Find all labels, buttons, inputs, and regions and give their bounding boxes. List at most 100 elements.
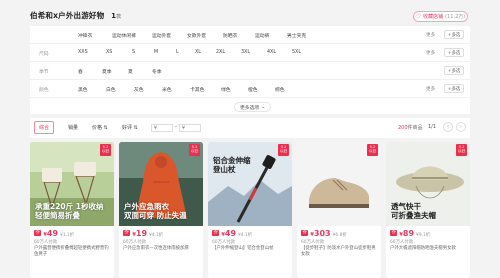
filter-option[interactable]: 运动裤: [255, 32, 269, 39]
filter-option[interactable]: L: [176, 50, 179, 55]
filter-more[interactable]: 更多: [426, 86, 435, 92]
filter-option[interactable]: XS: [106, 50, 112, 55]
promo-badge: 5.2 以旧: [189, 144, 200, 156]
page-title: 伯希和x户外出游好物 1款: [30, 10, 121, 21]
original-price: ¥1.1折: [60, 233, 75, 238]
filter-option[interactable]: 夏: [128, 68, 133, 75]
filter-option[interactable]: 2XL: [216, 50, 225, 55]
sort-sales-button[interactable]: 销量: [68, 124, 78, 131]
original-price: ¥6.8折: [332, 233, 347, 238]
filter-option[interactable]: 防晒衣: [223, 32, 237, 39]
product-card[interactable]: 5.2 以旧 户外应急雨衣 双面可穿 防止失温 券 ¥19 ¥4.1折 60万人付款…: [119, 142, 203, 278]
filter-option[interactable]: 运动外套: [152, 32, 171, 39]
coupon-tag: 券: [390, 230, 398, 236]
page-indicator: 1/1: [428, 124, 437, 130]
filter-multi-button[interactable]: +多选: [444, 84, 464, 93]
result-count-unit: 件商品: [407, 125, 423, 131]
product-title[interactable]: 【户外伸缩登山】铝合金登山杖: [212, 246, 288, 252]
filter-row-size: 尺码 XXS XS S M L XL 2XL 3XL 4XL 5XL 更多 +多…: [30, 44, 470, 62]
chevron-down-icon: ⌄: [261, 104, 266, 110]
product-title[interactable]: 户外露营便携折叠椅超轻便携式野营钓鱼凳子: [34, 246, 110, 258]
price-value: 19: [135, 229, 148, 238]
product-card[interactable]: 5.2 以旧 透气快干 可折叠渔夫帽 券 ¥89 ¥9.1折 60万人付款 户外大檐…: [386, 142, 470, 278]
sort-arrow-icon: ⇅: [103, 125, 108, 131]
filter-option[interactable]: 卡其色: [190, 86, 204, 93]
price-value: 49: [224, 229, 237, 238]
favorite-store-button[interactable]: ♡ 收藏店铺 (11.2万): [413, 11, 468, 22]
product-card[interactable]: 5.2 以旧 铝合金伸缩 登山杖 券 ¥49 ¥4.1折 60万人付款 【户外伸缩登…: [208, 142, 292, 278]
page-title-text: 伯希和x户外出游好物: [30, 11, 105, 20]
filter-option[interactable]: XL: [195, 50, 201, 55]
product-image[interactable]: 5.2 以旧: [297, 142, 381, 226]
product-price: ¥49: [221, 229, 236, 238]
product-image[interactable]: 5.2 以旧 户外应急雨衣 双面可穿 防止失温: [119, 142, 203, 226]
filter-option[interactable]: 冲锋衣: [78, 32, 92, 39]
filter-option[interactable]: 春: [78, 68, 83, 75]
product-image[interactable]: 5.2 以旧 透气快干 可折叠渔夫帽: [386, 142, 470, 226]
filter-option[interactable]: 棕色: [275, 86, 285, 93]
filter-row-label: 尺码: [39, 52, 49, 57]
product-grid: 5.2 以旧 承重220斤 1秒收纳 轻便简易折叠 券 ¥49 ¥1.1折 60万人…: [30, 142, 470, 278]
promo-badge: 5.2 以旧: [456, 144, 467, 156]
filter-multi-button[interactable]: +多选: [444, 30, 464, 39]
filter-option[interactable]: 米色: [162, 86, 172, 93]
filter-multi-button[interactable]: +多选: [444, 48, 464, 57]
filter-row-season: 季节 春 夏季 夏 冬季 +多选: [30, 62, 470, 80]
filter-option[interactable]: 灰色: [134, 86, 144, 93]
product-price: ¥303: [310, 229, 330, 238]
price-min-input[interactable]: ¥: [151, 124, 173, 132]
sort-price-button[interactable]: 价格 ⇅: [92, 124, 108, 131]
prev-page-button[interactable]: ‹: [443, 122, 453, 132]
filter-row-label: 颜色: [39, 88, 49, 93]
filter-option[interactable]: M: [154, 50, 158, 55]
product-title[interactable]: 户外应急雨衣一次性连体雨披加厚: [123, 246, 199, 252]
filter-option[interactable]: 3XL: [241, 50, 250, 55]
product-image[interactable]: 5.2 以旧 承重220斤 1秒收纳 轻便简易折叠: [30, 142, 114, 226]
product-title[interactable]: 户外大檐遮阳帽防晒渔夫帽男女款: [390, 246, 466, 252]
filter-option[interactable]: S: [132, 50, 135, 55]
product-card[interactable]: 5.2 以旧 券 ¥303 ¥6.8折 60万人付款 【徒步鞋子】防泼水户外登山徒…: [297, 142, 381, 278]
price-value: 89: [402, 229, 415, 238]
filter-option[interactable]: 冬季: [152, 68, 162, 75]
paid-count: 60万人付款: [34, 240, 58, 245]
filter-option[interactable]: 橙色: [248, 86, 258, 93]
filter-option[interactable]: 白色: [106, 86, 116, 93]
favorite-store-count: (11.2万): [445, 14, 466, 20]
sort-arrow-icon: ⇅: [133, 125, 138, 131]
product-image-caption: 承重220斤 1秒收纳 轻便简易折叠: [35, 202, 104, 220]
price-max-input[interactable]: ¥: [179, 124, 201, 132]
promo-badge: 5.2 以旧: [278, 144, 289, 156]
paid-count: 60万人付款: [212, 240, 236, 245]
sort-credit-button[interactable]: 好评 ⇅: [122, 124, 138, 131]
sort-default-button[interactable]: 综合: [34, 121, 54, 134]
result-count: 200件商品: [398, 124, 423, 131]
more-options-label: 更多选项: [240, 105, 260, 111]
original-price: ¥4.1折: [149, 233, 164, 238]
price-row: 券 ¥89 ¥9.1折: [390, 228, 430, 238]
filter-row-color: 颜色 黑色 白色 灰色 米色 卡其色 绿色 橙色 棕色 更多 +多选: [30, 80, 470, 98]
product-title[interactable]: 【徒步鞋子】防泼水户外登山徒步鞋男女款: [301, 246, 377, 258]
product-price: ¥49: [43, 229, 58, 238]
filter-row-label: 季节: [39, 70, 49, 75]
product-card[interactable]: 5.2 以旧 承重220斤 1秒收纳 轻便简易折叠 券 ¥49 ¥1.1折 60万人…: [30, 142, 114, 278]
page-header: 伯希和x户外出游好物 1款 ♡ 收藏店铺 (11.2万): [0, 0, 500, 26]
filter-option[interactable]: XXS: [78, 50, 88, 55]
filter-option[interactable]: 男士夹克: [287, 32, 306, 39]
coupon-tag: 券: [301, 230, 309, 236]
filter-more[interactable]: 更多: [426, 32, 435, 38]
filter-option[interactable]: 运动休闲裤: [112, 32, 136, 39]
price-row: 券 ¥49 ¥4.1折: [212, 228, 252, 238]
filter-multi-button[interactable]: +多选: [444, 66, 464, 75]
paid-count: 60万人付款: [301, 240, 325, 245]
filter-option[interactable]: 5XL: [292, 50, 301, 55]
filter-option[interactable]: 夏季: [102, 68, 112, 75]
next-page-button[interactable]: ›: [456, 122, 466, 132]
filter-more[interactable]: 更多: [426, 50, 435, 56]
more-options-button[interactable]: 更多选项 ⌄: [234, 102, 272, 112]
filter-option[interactable]: 绿色: [221, 86, 231, 93]
product-image[interactable]: 5.2 以旧 铝合金伸缩 登山杖: [208, 142, 292, 226]
filter-option[interactable]: 女款外套: [187, 32, 206, 39]
filter-option[interactable]: 黑色: [78, 86, 88, 93]
filter-option[interactable]: 4XL: [267, 50, 276, 55]
sort-price-label: 价格: [92, 125, 103, 131]
